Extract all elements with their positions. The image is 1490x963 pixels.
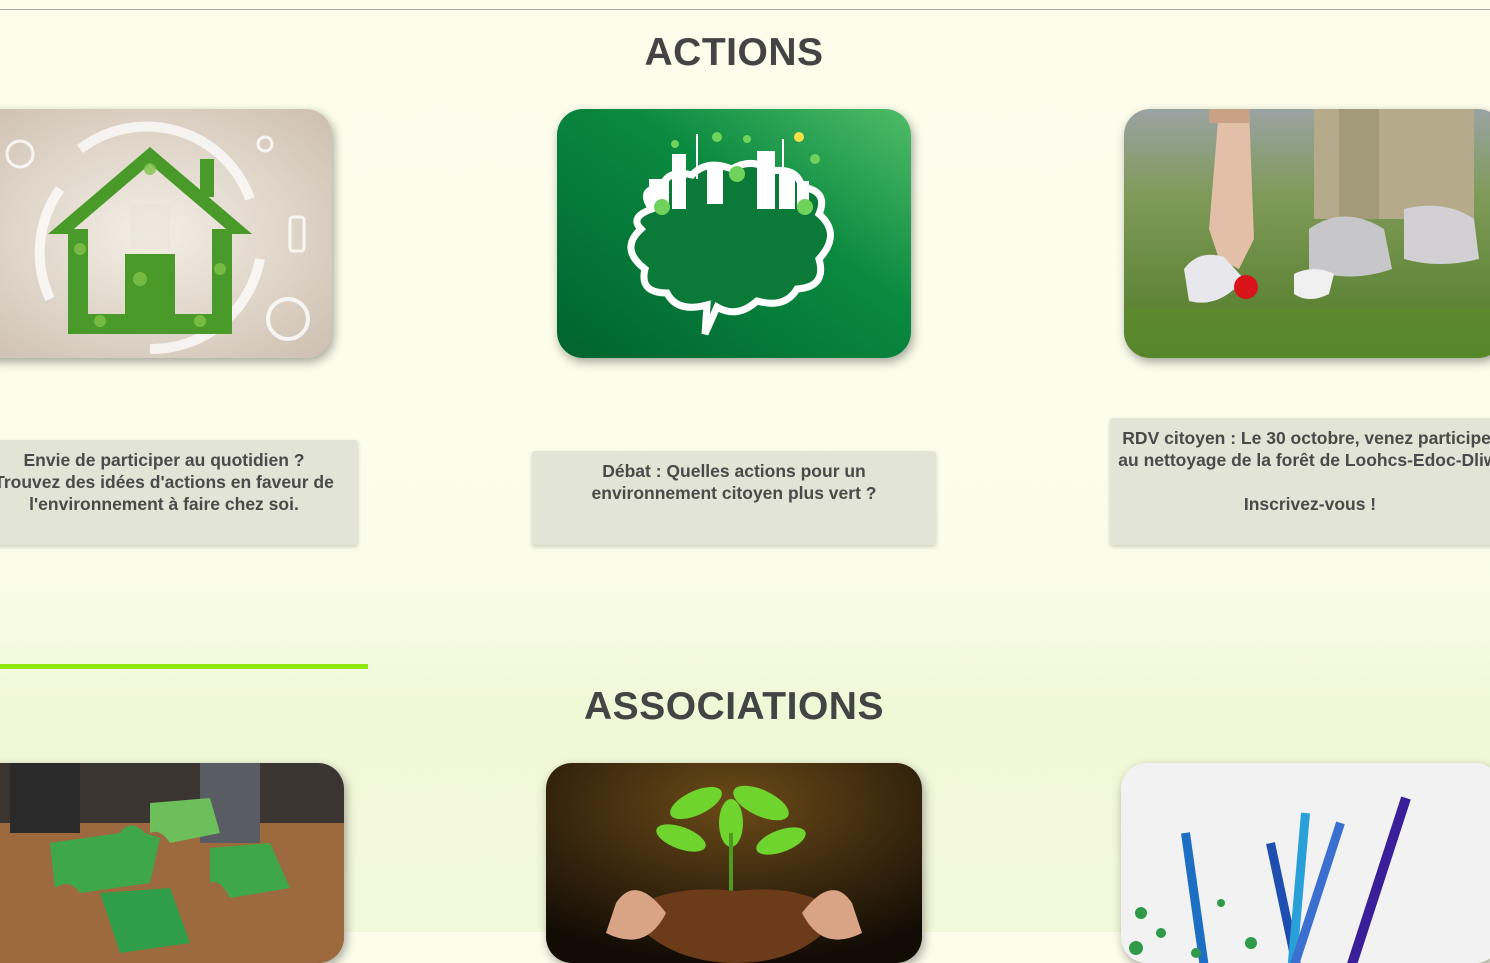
associations-title: ASSOCIATIONS: [584, 685, 884, 728]
actions-title: ACTIONS: [644, 31, 824, 74]
actions-caption-2: Débat : Quelles actions pour un environn…: [532, 451, 936, 545]
hands-plant-image[interactable]: [546, 763, 922, 963]
actions-caption-1: Envie de participer au quotidien ? Trouv…: [0, 440, 358, 545]
section-divider: [0, 664, 368, 669]
eco-house-image[interactable]: [0, 109, 332, 358]
actions-caption-3: RDV citoyen : Le 30 octobre, venez parti…: [1110, 418, 1490, 545]
green-city-image[interactable]: [557, 109, 911, 358]
picking-up-trash-image[interactable]: [1124, 109, 1490, 358]
puzzle-teamwork-image[interactable]: [0, 763, 344, 963]
top-divider: [0, 9, 1490, 10]
pencils-image[interactable]: [1121, 763, 1490, 963]
